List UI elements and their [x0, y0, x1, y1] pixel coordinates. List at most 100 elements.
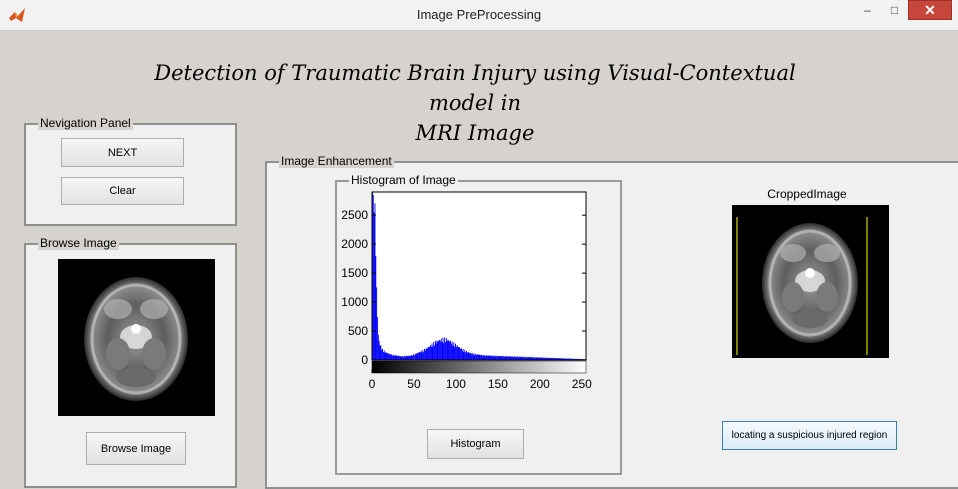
histogram-bar [422, 350, 423, 360]
histogram-bar [408, 356, 409, 360]
histogram-bar [395, 355, 396, 360]
histogram-bar [500, 356, 501, 360]
histogram-bar [470, 353, 471, 360]
histogram-bar [427, 347, 428, 360]
histogram-panel: Histogram of Image 05001000150020002500 … [335, 180, 622, 475]
histogram-bar [390, 354, 391, 360]
histogram-bar [508, 356, 509, 360]
browse-image-panel: Browse Image Browse Image [24, 243, 237, 488]
histogram-bar [427, 349, 428, 360]
browse-image-button[interactable]: Browse Image [86, 432, 186, 465]
close-button[interactable]: ✕ [908, 0, 952, 20]
histogram-bar [411, 356, 412, 360]
histogram-bar [437, 342, 438, 360]
histogram-button[interactable]: Histogram [427, 429, 524, 459]
histogram-bar [406, 356, 407, 360]
histogram-bar [394, 356, 395, 360]
histogram-bar [490, 356, 491, 360]
y-tick-label: 2500 [341, 208, 368, 222]
histogram-bar [439, 340, 440, 360]
histogram-bar [471, 354, 472, 360]
histogram-bar [425, 351, 426, 360]
histogram-bar [400, 356, 401, 360]
y-tick-label: 2000 [341, 237, 368, 251]
maximize-button[interactable]: □ [881, 0, 908, 20]
locate-region-button[interactable]: locating a suspicious injured region [722, 421, 897, 450]
colorbar [372, 361, 586, 373]
histogram-bar [438, 341, 439, 360]
histogram-panel-label: Histogram of Image [349, 173, 458, 187]
histogram-bar [432, 343, 433, 360]
histogram-bar [378, 335, 379, 360]
histogram-bar [420, 352, 421, 360]
histogram-bar [489, 356, 490, 360]
histogram-bar [402, 356, 403, 360]
histogram-bar [493, 356, 494, 360]
histogram-bar [411, 355, 412, 360]
histogram-bar [431, 347, 432, 360]
histogram-bar [435, 341, 436, 360]
histogram-bar [460, 349, 461, 360]
clear-button[interactable]: Clear [61, 177, 184, 205]
histogram-bar [497, 356, 498, 360]
histogram-bar [510, 356, 511, 360]
x-tick-label: 200 [530, 377, 550, 391]
histogram-bar [506, 356, 507, 360]
histogram-bar [451, 344, 452, 360]
histogram-bar [455, 344, 456, 360]
histogram-bar [381, 350, 382, 360]
histogram-bar [453, 346, 454, 360]
next-button[interactable]: NEXT [61, 138, 184, 167]
histogram-bar [380, 345, 381, 360]
x-tick-label: 50 [407, 377, 421, 391]
histogram-bar [469, 353, 470, 360]
histogram-bar [393, 355, 394, 360]
histogram-bar [482, 356, 483, 360]
histogram-bar [485, 356, 486, 360]
cropped-image-title: CroppedImage [727, 187, 887, 201]
histogram-bar [463, 349, 464, 360]
histogram-bar [475, 354, 476, 360]
histogram-bar [375, 256, 376, 360]
histogram-bar [391, 354, 392, 360]
histogram-bar [390, 355, 391, 360]
histogram-bar [387, 353, 388, 360]
histogram-bar [505, 356, 506, 360]
histogram-bar [433, 342, 434, 360]
histogram-bar [476, 355, 477, 360]
cropped-image [732, 205, 889, 358]
histogram-bar [434, 346, 435, 360]
minimize-button[interactable]: – [854, 0, 881, 20]
histogram-bar [452, 342, 453, 360]
histogram-bar [467, 352, 468, 360]
mri-image [58, 259, 215, 416]
histogram-bar [413, 354, 414, 360]
histogram-bar [430, 345, 431, 360]
histogram-bar [416, 353, 417, 360]
histogram-bar [421, 351, 422, 360]
histogram-bar [388, 353, 389, 360]
histogram-bar [472, 353, 473, 360]
x-tick-label: 0 [369, 377, 376, 391]
histogram-bar [442, 342, 443, 360]
histogram-bar [383, 352, 384, 360]
histogram-bar [474, 353, 475, 360]
x-tick-label: 250 [572, 377, 592, 391]
histogram-bar [409, 356, 410, 360]
navigation-panel-label: Nevigation Panel [38, 116, 133, 130]
histogram-bar [496, 356, 497, 360]
histogram-bar [429, 347, 430, 360]
histogram-bar [405, 356, 406, 360]
image-enhancement-panel: Image Enhancement Histogram of Image 050… [265, 161, 958, 489]
histogram-bar [418, 353, 419, 360]
histogram-bar [514, 356, 515, 360]
histogram-bar [417, 353, 418, 360]
histogram-bar [415, 354, 416, 360]
histogram-bar [500, 356, 501, 360]
histogram-bar [386, 353, 387, 360]
histogram-bar [423, 352, 424, 360]
histogram-bar [464, 350, 465, 360]
histogram-bar [481, 355, 482, 360]
histogram-bar [437, 341, 438, 360]
histogram-bar [450, 341, 451, 360]
